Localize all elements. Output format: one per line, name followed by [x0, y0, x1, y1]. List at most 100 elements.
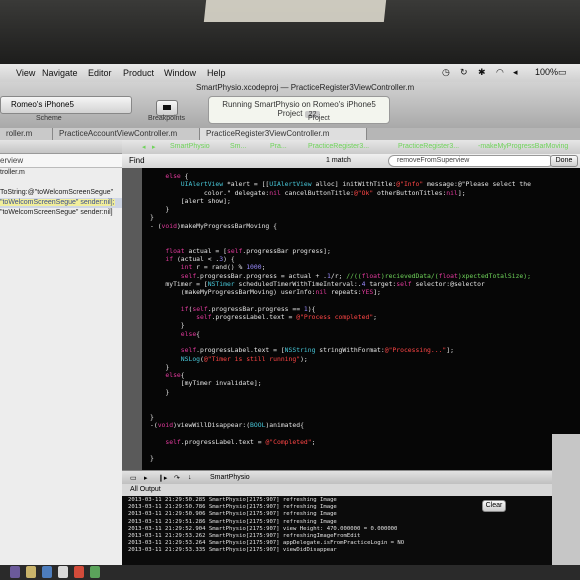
- list-item[interactable]: troller.m: [0, 168, 122, 178]
- paper-note: [203, 0, 387, 22]
- jump-crumb[interactable]: PracticeRegister3...: [398, 143, 459, 150]
- stop-icon: [163, 105, 171, 110]
- debug-bar: ▭ ▸ ❙▸ ↷ ↓ SmartPhysio: [122, 470, 580, 485]
- line-gutter[interactable]: [122, 168, 142, 470]
- match-highlight: "toWelcomScreenSegue" sender:nil];: [0, 199, 115, 206]
- bluetooth-icon[interactable]: ✱: [478, 67, 486, 78]
- find-input[interactable]: removeFromSuperview: [388, 155, 554, 167]
- back-icon[interactable]: ◂: [142, 143, 146, 151]
- menu-help[interactable]: Help: [207, 68, 226, 78]
- list-item[interactable]: "toWelcomScreenSegue" sender:nil]: [0, 208, 122, 218]
- code-editor[interactable]: else { UIAlertView *alert = [[UIAlertVie…: [122, 168, 580, 470]
- activity-viewer: Running SmartPhysio on Romeo's iPhone5 P…: [208, 96, 390, 124]
- code-line[interactable]: self.progressLabel.text = @"Completed";: [150, 438, 315, 446]
- forward-icon[interactable]: ▸: [152, 143, 156, 151]
- clear-button[interactable]: Clear: [482, 500, 506, 512]
- code-line[interactable]: }: [150, 363, 169, 371]
- list-item[interactable]: ToString:@"toWelcomScreenSegue": [0, 188, 122, 198]
- code-line[interactable]: else{: [150, 330, 200, 338]
- console-line: 2013-03-11 21:29:53.264 SmartPhysio[2175…: [128, 540, 405, 547]
- dock: [0, 565, 580, 580]
- navigator-filter[interactable]: erview: [0, 154, 122, 168]
- menu-navigate[interactable]: Navigate: [42, 68, 78, 78]
- console-line: 2013-03-11 21:29:51.286 SmartPhysio[2175…: [128, 518, 337, 525]
- battery-icon[interactable]: ▭: [558, 67, 567, 78]
- jump-crumb[interactable]: Pra...: [270, 143, 287, 150]
- code-line[interactable]: }: [150, 388, 169, 396]
- console-line: 2013-03-11 21:29:50.285 SmartPhysio[2175…: [128, 497, 337, 503]
- code-line[interactable]: }: [150, 413, 154, 421]
- code-line[interactable]: [myTimer invalidate];: [150, 379, 262, 387]
- hide-debug-icon[interactable]: ▭: [130, 474, 137, 482]
- tab-roller[interactable]: roller.m: [0, 128, 53, 140]
- source-code[interactable]: else { UIAlertView *alert = [[UIAlertVie…: [150, 172, 531, 462]
- menu-view[interactable]: View: [16, 68, 35, 78]
- step-over-icon[interactable]: ↷: [174, 474, 180, 482]
- menu-editor[interactable]: Editor: [88, 68, 112, 78]
- jump-crumb[interactable]: -makeMyProgressBarMoving: [478, 143, 568, 150]
- list-item-selected[interactable]: "toWelcomScreenSegue" sender:nil];: [0, 198, 122, 208]
- sync-icon[interactable]: ↻: [460, 67, 468, 78]
- navigator-toolbar[interactable]: [0, 140, 122, 154]
- menu-bar: View Navigate Editor Product Window Help…: [0, 64, 580, 82]
- code-line[interactable]: (makeMyProgressBarMoving) userInfo:nil r…: [150, 288, 381, 296]
- console-line: 2013-03-11 21:29:50.906 SmartPhysio[2175…: [128, 511, 337, 518]
- code-line[interactable]: if(self.progressBar.progress == 1){: [150, 305, 316, 313]
- code-line[interactable]: myTimer = [NSTimer scheduledTimerWithTim…: [150, 280, 484, 288]
- app-icon[interactable]: [42, 566, 52, 578]
- output-filter[interactable]: All Output: [130, 486, 161, 493]
- clock-icon[interactable]: ◷: [442, 67, 450, 78]
- breakpoint-icon[interactable]: ▸: [144, 474, 148, 482]
- app-icon[interactable]: [10, 566, 20, 578]
- done-button[interactable]: Done: [550, 155, 578, 167]
- console-line: 2013-03-11 21:29:50.786 SmartPhysio[2175…: [128, 504, 337, 511]
- code-line[interactable]: UIAlertView *alert = [[UIAlertView alloc…: [150, 180, 531, 188]
- step-in-icon[interactable]: ↓: [188, 474, 192, 481]
- jump-crumb[interactable]: SmartPhysio: [170, 143, 210, 150]
- find-mode[interactable]: Find: [129, 156, 145, 165]
- code-line[interactable]: else{: [150, 371, 184, 379]
- battery-level: 100%: [535, 67, 559, 77]
- console-line: 2013-03-11 21:29:53.262 SmartPhysio[2175…: [128, 533, 361, 540]
- code-line[interactable]: float actual = [self.progressBar progres…: [150, 247, 330, 255]
- breakpoints-caption: Breakpoints: [148, 115, 185, 122]
- code-line[interactable]: }: [150, 321, 185, 329]
- volume-icon[interactable]: ◂: [513, 67, 518, 78]
- code-line[interactable]: int r = rand() % 1000;: [150, 263, 266, 271]
- code-line[interactable]: }: [150, 205, 169, 213]
- scheme-selector[interactable]: Romeo's iPhone5: [0, 96, 132, 114]
- code-line[interactable]: [alert show];: [150, 197, 231, 205]
- jump-crumb[interactable]: Sm...: [230, 143, 246, 150]
- stop-button[interactable]: [156, 100, 178, 116]
- code-line[interactable]: else {: [150, 172, 188, 180]
- menu-window[interactable]: Window: [164, 68, 196, 78]
- code-line[interactable]: }: [150, 454, 154, 462]
- code-line[interactable]: self.progressLabel.text = [NSString stri…: [150, 346, 454, 354]
- menu-product[interactable]: Product: [123, 68, 154, 78]
- code-line[interactable]: self.progressLabel.text = @"Process comp…: [150, 313, 377, 321]
- code-line[interactable]: }: [150, 213, 154, 221]
- console-line: 2013-03-11 21:29:53.335 SmartPhysio[2175…: [128, 547, 337, 554]
- code-line[interactable]: NSLog(@"Timer is still running");: [150, 355, 308, 363]
- status-text: Running SmartPhysio on Romeo's iPhone5: [222, 100, 376, 109]
- app-icon[interactable]: [90, 566, 100, 578]
- list-item[interactable]: [0, 178, 122, 188]
- code-line[interactable]: -(void)viewWillDisappear:(BOOL)animated{: [150, 421, 304, 429]
- code-line[interactable]: - (void)makeMyProgressBarMoving {: [150, 222, 277, 230]
- tab-practice-account[interactable]: PracticeAccountViewController.m: [53, 128, 200, 140]
- utilities-strip: [552, 434, 580, 580]
- debug-process[interactable]: SmartPhysio: [210, 474, 250, 481]
- app-icon[interactable]: [26, 566, 36, 578]
- code-line[interactable]: self.progressBar.progress = actual + .1/…: [150, 272, 531, 280]
- wifi-icon[interactable]: ◠: [496, 67, 504, 78]
- code-line[interactable]: color." delegate:nil cancelButtonTitle:@…: [150, 189, 466, 197]
- code-line[interactable]: if (actual < .3) {: [150, 255, 234, 263]
- continue-icon[interactable]: ❙▸: [158, 474, 167, 482]
- app-icon[interactable]: [74, 566, 84, 578]
- app-icon[interactable]: [58, 566, 68, 578]
- toolbar: SmartPhysio.xcodeproj — PracticeRegister…: [0, 82, 580, 129]
- monitor-bezel: [0, 0, 580, 64]
- navigator: erview troller.m ToString:@"toWelcomScre…: [0, 140, 122, 580]
- tab-practice-register3[interactable]: PracticeRegister3ViewController.m: [200, 128, 367, 140]
- jump-crumb[interactable]: PracticeRegister3...: [308, 143, 369, 150]
